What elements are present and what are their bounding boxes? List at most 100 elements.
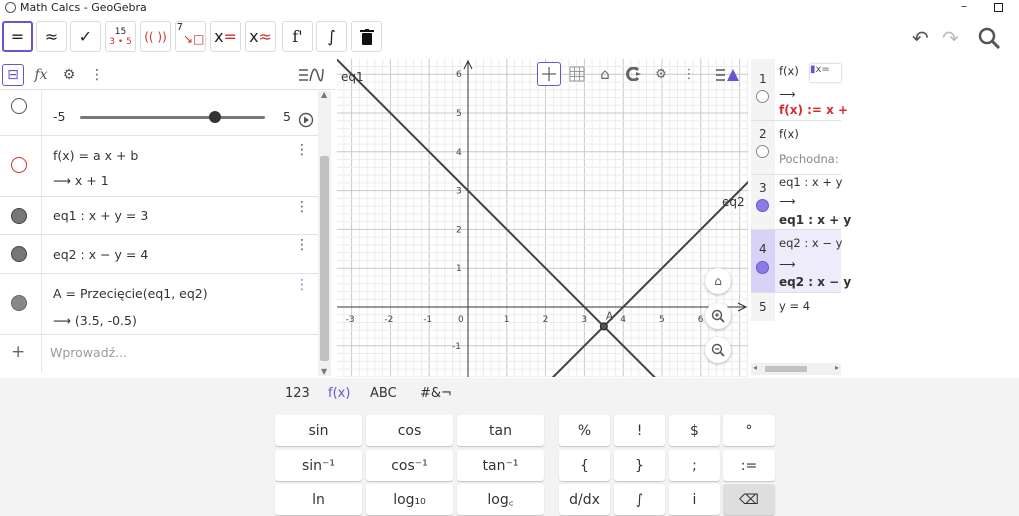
definition-text[interactable]: f(x) = a x + b bbox=[53, 148, 138, 163]
minimize-button[interactable]: – bbox=[961, 0, 967, 13]
home-icon[interactable]: ⌂ bbox=[593, 62, 617, 86]
item-menu-icon[interactable]: ⋮ bbox=[295, 278, 309, 292]
key-∫[interactable]: ∫ bbox=[614, 484, 665, 515]
key-tan⁻¹[interactable]: tan⁻¹ bbox=[457, 450, 544, 481]
redo-icon[interactable]: ↷ bbox=[942, 26, 959, 50]
tab-letters[interactable]: ABC bbox=[370, 386, 397, 401]
graphics-settings-icon[interactable]: ⚙ bbox=[649, 62, 673, 86]
settings-icon[interactable]: ⚙ bbox=[58, 64, 80, 86]
evaluate-button[interactable]: = bbox=[2, 21, 33, 52]
key-:=[interactable]: := bbox=[723, 450, 775, 481]
cas-input[interactable]: eq1 : x + y bbox=[779, 175, 842, 189]
solve-button[interactable]: x = bbox=[210, 21, 241, 52]
cas-row-2[interactable]: 2 f(x) Pochodna: bbox=[751, 121, 841, 175]
item-menu-icon[interactable]: ⋮ bbox=[295, 200, 309, 214]
algebra-item-eq1[interactable]: eq1 : x + y = 3 ⋮ bbox=[0, 197, 318, 235]
y-tick-label: -1 bbox=[452, 342, 461, 352]
graphics-more-icon[interactable]: ⋮ bbox=[677, 62, 701, 86]
visibility-toggle[interactable] bbox=[11, 157, 27, 173]
cas-row-3[interactable]: 3 eq1 : x + y ⟶ eq1 : x + y bbox=[751, 175, 851, 230]
point-capture-icon[interactable] bbox=[621, 62, 645, 86]
key-d/dx[interactable]: d/dx bbox=[559, 484, 610, 515]
algebra-scrollbar[interactable]: ▲ ▼ bbox=[318, 90, 331, 376]
delete-button[interactable] bbox=[351, 21, 382, 52]
algebra-view-icon[interactable]: ⊟ bbox=[2, 64, 24, 86]
menu-icon[interactable]: ⋮ bbox=[1012, 25, 1019, 41]
cas-input[interactable]: f(x) bbox=[779, 64, 799, 78]
integral-button[interactable]: ∫ bbox=[316, 21, 347, 52]
cas-visibility-toggle[interactable] bbox=[756, 199, 769, 212]
key-log꜀[interactable]: log꜀ bbox=[457, 484, 544, 515]
cas-input[interactable]: eq2 : x − y bbox=[779, 236, 842, 250]
key-°[interactable]: ° bbox=[723, 415, 775, 446]
key-;[interactable]: ; bbox=[669, 450, 720, 481]
graphics-view[interactable]: -3 -2 -1 0 1 2 3 4 5 6 6 5 4 3 2 1 -1 Aeq1 eq2 bbox=[337, 59, 748, 377]
substitute-button[interactable]: 7 ↘□ bbox=[175, 21, 206, 52]
style-bar-icon[interactable] bbox=[715, 67, 741, 83]
tab-symbols[interactable]: #&¬ bbox=[420, 386, 452, 401]
definition-text[interactable]: eq2 : x − y = 4 bbox=[53, 247, 148, 262]
definition-text[interactable]: A = Przecięcie(eq1, eq2) bbox=[53, 286, 208, 301]
derivative-button[interactable]: f' bbox=[282, 21, 313, 52]
cas-scrollbar[interactable]: ◂ ▸ bbox=[751, 363, 841, 375]
undo-icon[interactable]: ↶ bbox=[912, 26, 929, 50]
input-row[interactable]: + Wprowadź... bbox=[0, 335, 318, 373]
cas-suggestion[interactable]: ▮x= bbox=[810, 64, 841, 82]
graphics-style-icon[interactable] bbox=[298, 67, 324, 83]
cas-visibility-toggle[interactable] bbox=[756, 90, 769, 103]
key-log₁₀[interactable]: log₁₀ bbox=[366, 484, 453, 515]
zoom-out-button[interactable] bbox=[705, 337, 731, 363]
play-icon[interactable] bbox=[298, 112, 314, 128]
key-cos[interactable]: cos bbox=[366, 415, 453, 446]
visibility-toggle[interactable] bbox=[11, 208, 27, 224]
tab-functions[interactable]: f(x) bbox=[328, 386, 350, 401]
fx-icon[interactable]: fx bbox=[30, 64, 52, 86]
slider-handle[interactable] bbox=[209, 111, 222, 123]
key-}[interactable]: } bbox=[614, 450, 665, 481]
search-icon[interactable] bbox=[978, 27, 1000, 49]
definition-text[interactable]: eq1 : x + y = 3 bbox=[53, 208, 148, 223]
algebra-item-eq2[interactable]: eq2 : x − y = 4 ⋮ bbox=[0, 235, 318, 274]
keep-input-button[interactable]: ✓ bbox=[70, 21, 101, 52]
key-i[interactable]: i bbox=[669, 484, 720, 515]
input-placeholder[interactable]: Wprowadź... bbox=[50, 345, 127, 360]
zoom-in-button[interactable] bbox=[705, 303, 731, 329]
key-tan[interactable]: tan bbox=[457, 415, 544, 446]
add-icon[interactable]: + bbox=[11, 342, 25, 362]
expand-button[interactable]: (( )) bbox=[140, 21, 171, 52]
algebra-item-f[interactable]: f(x) = a x + b ⟶ x + 1 ⋮ bbox=[0, 136, 318, 197]
key-![interactable]: ! bbox=[614, 415, 665, 446]
maximize-button[interactable] bbox=[994, 3, 1003, 12]
backspace-key[interactable]: ⌫ bbox=[723, 484, 775, 515]
key-sin⁻¹[interactable]: sin⁻¹ bbox=[275, 450, 362, 481]
key-sin[interactable]: sin bbox=[275, 415, 362, 446]
visibility-toggle[interactable] bbox=[11, 295, 27, 311]
cas-row-1[interactable]: 1 f(x) ▮x= ⟶ f(x) := x + bbox=[751, 59, 848, 121]
key-cos⁻¹[interactable]: cos⁻¹ bbox=[366, 450, 453, 481]
key-ln[interactable]: ln bbox=[275, 484, 362, 515]
factor-button[interactable]: 15 3 • 5 bbox=[105, 21, 136, 52]
axes-toggle-icon[interactable] bbox=[537, 62, 561, 86]
home-view-button[interactable]: ⌂ bbox=[705, 268, 731, 294]
cas-row-4[interactable]: 4 eq2 : x − y ⟶ eq2 : x − y bbox=[751, 230, 851, 293]
slider-track[interactable] bbox=[80, 116, 265, 119]
key-$[interactable]: $ bbox=[669, 415, 720, 446]
item-menu-icon[interactable]: ⋮ bbox=[295, 143, 309, 157]
algebra-item-A[interactable]: A = Przecięcie(eq1, eq2) ⟶ (3.5, -0.5) ⋮ bbox=[0, 274, 318, 335]
more-icon[interactable]: ⋮ bbox=[86, 64, 108, 86]
key-%[interactable]: % bbox=[559, 415, 610, 446]
visibility-toggle[interactable] bbox=[11, 246, 27, 262]
cas-row-5[interactable]: 5 y = 4 bbox=[751, 293, 841, 321]
graphics-canvas[interactable]: -3 -2 -1 0 1 2 3 4 5 6 6 5 4 3 2 1 -1 Aeq1 eq2 bbox=[337, 59, 748, 377]
item-menu-icon[interactable]: ⋮ bbox=[295, 238, 309, 252]
numeric-button[interactable]: ≈ bbox=[36, 21, 67, 52]
cas-visibility-toggle[interactable] bbox=[756, 261, 769, 274]
cas-input[interactable]: f(x) bbox=[779, 127, 799, 141]
nsolve-button[interactable]: x ≈ bbox=[245, 21, 276, 52]
cas-input[interactable]: y = 4 bbox=[779, 299, 810, 313]
visibility-toggle[interactable] bbox=[11, 98, 27, 114]
grid-toggle-icon[interactable] bbox=[565, 62, 589, 86]
cas-visibility-toggle[interactable] bbox=[756, 145, 769, 158]
tab-numbers[interactable]: 123 bbox=[285, 386, 310, 401]
key-{[interactable]: { bbox=[559, 450, 610, 481]
